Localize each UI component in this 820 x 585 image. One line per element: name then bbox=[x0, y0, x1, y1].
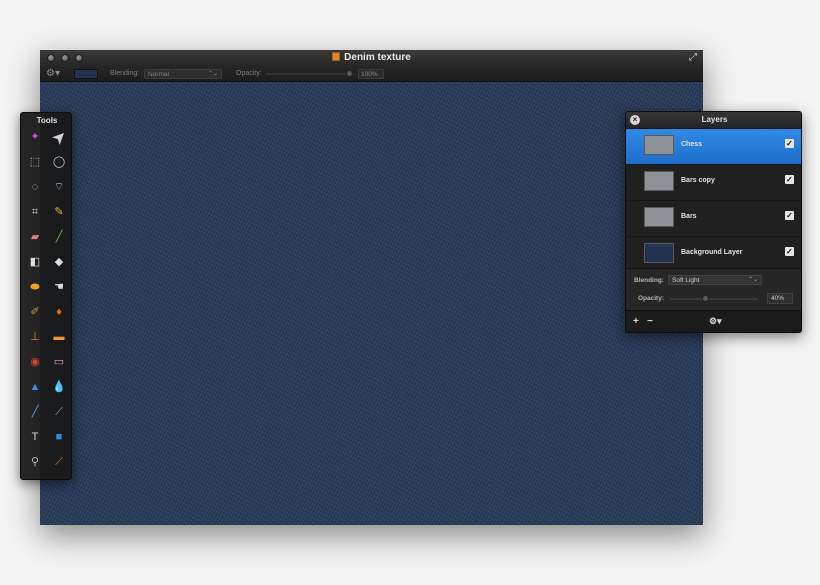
magic-wand-icon[interactable]: ✦ bbox=[26, 128, 44, 146]
remove-layer-icon[interactable]: − bbox=[647, 316, 653, 327]
layer-blending-value: Soft Light bbox=[672, 277, 700, 284]
opacity-slider-knob[interactable] bbox=[346, 70, 353, 77]
gear-icon[interactable]: ⚙▾ bbox=[709, 316, 722, 327]
dodge-icon[interactable]: ♦ bbox=[50, 303, 68, 321]
document-icon bbox=[332, 52, 341, 61]
blending-label: Blending: bbox=[110, 70, 140, 77]
layer-name: Chess bbox=[681, 141, 703, 148]
layers-header[interactable]: × Layers bbox=[626, 112, 801, 129]
options-toolbar: ⚙▾ Blending: Normal ⌃⌄ Opacity: 100% bbox=[40, 66, 703, 82]
chevron-updown-icon: ⌃⌄ bbox=[207, 71, 218, 77]
layer-opacity-knob[interactable] bbox=[702, 295, 710, 302]
shape-icon[interactable]: ■ bbox=[50, 428, 68, 446]
layer-opacity-label: Opacity: bbox=[638, 295, 665, 302]
fullscreen-icon[interactable]: ⤢ bbox=[689, 52, 697, 63]
zoom-icon[interactable]: ⚲ bbox=[26, 453, 44, 471]
layer-row[interactable]: Chess ✓ bbox=[626, 129, 801, 165]
vector-pen-icon[interactable]: ⟋ bbox=[50, 403, 68, 421]
layer-visibility-checkbox[interactable]: ✓ bbox=[785, 211, 794, 220]
opacity-label: Opacity: bbox=[236, 70, 262, 77]
clone-stamp-icon[interactable]: ⊥ bbox=[26, 328, 44, 346]
layers-palette: × Layers Chess ✓ Bars copy ✓ Bars ✓ Background… bbox=[625, 111, 802, 333]
move-icon[interactable]: ➤ bbox=[46, 124, 71, 149]
gradient-icon[interactable]: ◧ bbox=[26, 253, 44, 271]
ellipse-select-icon[interactable]: ◯ bbox=[50, 153, 68, 171]
layer-blending-select[interactable]: Soft Light ⌃⌄ bbox=[668, 275, 762, 285]
burn-icon[interactable]: ✐ bbox=[26, 303, 44, 321]
window-title: Denim texture bbox=[40, 52, 703, 63]
document-window: Denim texture ⤢ ⚙▾ Blending: Normal ⌃⌄ Op… bbox=[40, 50, 703, 525]
layer-thumbnail bbox=[644, 171, 674, 191]
layer-visibility-checkbox[interactable]: ✓ bbox=[785, 175, 794, 184]
rect-select-icon[interactable]: ⬚ bbox=[26, 153, 44, 171]
opacity-slider-track[interactable] bbox=[266, 73, 354, 75]
sharpen-icon[interactable]: ▲ bbox=[26, 378, 44, 396]
gear-icon[interactable]: ⚙▾ bbox=[46, 68, 60, 79]
layer-visibility-checkbox[interactable]: ✓ bbox=[785, 247, 794, 256]
layer-thumbnail bbox=[644, 243, 674, 263]
layer-opacity-field[interactable]: 40% bbox=[767, 293, 793, 304]
blur-icon[interactable]: 💧 bbox=[50, 378, 68, 396]
layer-name: Bars copy bbox=[681, 177, 715, 184]
layer-name: Background Layer bbox=[681, 249, 743, 256]
layer-properties: Blending: Soft Light ⌃⌄ Opacity: 40% bbox=[626, 268, 801, 310]
denim-canvas[interactable] bbox=[40, 82, 703, 525]
title-bar[interactable]: Denim texture ⤢ bbox=[40, 50, 703, 66]
layers-title: Layers bbox=[701, 115, 728, 124]
paint-bucket-icon[interactable]: ◆ bbox=[50, 253, 68, 271]
chevron-updown-icon: ⌃⌄ bbox=[747, 277, 758, 283]
layer-thumbnail bbox=[644, 207, 674, 227]
layer-visibility-checkbox[interactable]: ✓ bbox=[785, 139, 794, 148]
text-icon[interactable]: T bbox=[26, 428, 44, 446]
layer-row[interactable]: Bars copy ✓ bbox=[626, 165, 801, 201]
tools-title: Tools bbox=[36, 116, 58, 125]
bandaid-icon[interactable]: ▭ bbox=[50, 353, 68, 371]
opacity-field[interactable]: 100% bbox=[358, 69, 384, 79]
polygon-lasso-icon[interactable]: ⌔ bbox=[50, 178, 68, 196]
blending-select-value: Normal bbox=[148, 71, 169, 78]
tools-palette: Tools ✦ ➤ ⬚ ◯ ◌ ⌔ ⌗ ✎ ▰ ╱ ◧ ◆ ⬬ ☚ ✐ ♦ ⊥ ▬ ◉ ▭ ▲ 💧 ╱ ⟋ T ■ ⚲ ⟋ bbox=[20, 112, 72, 480]
sponge-icon[interactable]: ⬬ bbox=[26, 278, 44, 296]
layer-opacity-slider[interactable] bbox=[670, 298, 758, 300]
layer-blending-label: Blending: bbox=[634, 277, 664, 284]
brush-icon[interactable]: ╱ bbox=[50, 228, 68, 246]
smudge-icon[interactable]: ☚ bbox=[50, 278, 68, 296]
window-title-text: Denim texture bbox=[344, 52, 411, 63]
pencil-icon[interactable]: ✎ bbox=[50, 203, 68, 221]
heal-icon[interactable]: ▬ bbox=[50, 328, 68, 346]
layers-footer: + − ⚙▾ bbox=[626, 310, 801, 332]
layer-name: Bars bbox=[681, 213, 697, 220]
pen-icon[interactable]: ╱ bbox=[26, 403, 44, 421]
add-layer-icon[interactable]: + bbox=[633, 316, 639, 327]
color-swatch[interactable] bbox=[74, 69, 98, 79]
blending-select[interactable]: Normal ⌃⌄ bbox=[144, 69, 222, 79]
layer-thumbnail bbox=[644, 135, 674, 155]
red-eye-icon[interactable]: ◉ bbox=[26, 353, 44, 371]
eraser-icon[interactable]: ▰ bbox=[26, 228, 44, 246]
lasso-icon[interactable]: ◌ bbox=[26, 178, 44, 196]
layer-row[interactable]: Bars ✓ bbox=[626, 201, 801, 237]
eyedropper-icon[interactable]: ⟋ bbox=[50, 453, 68, 471]
crop-icon[interactable]: ⌗ bbox=[26, 203, 44, 221]
